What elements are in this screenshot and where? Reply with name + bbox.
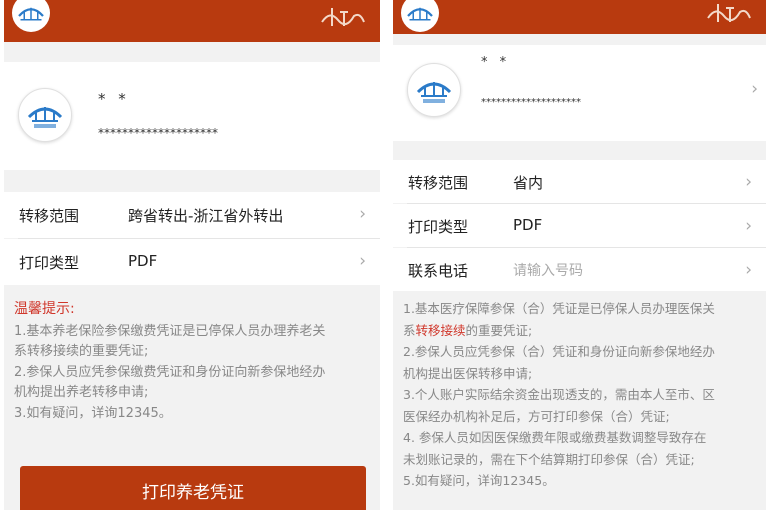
transfer-continuation-highlight: 转移接续 — [415, 322, 466, 338]
tips-title: 温馨提示: — [14, 301, 75, 317]
tips-line: 2.参保人员应凭参保缴费凭证和身份证向新参保地经办 — [14, 364, 326, 380]
top-bar — [4, 0, 380, 42]
row-label: 打印类型 — [19, 254, 80, 272]
tips-line: 1.基本医疗保障参保（合）凭证是已停保人员办理医保关 — [403, 301, 715, 316]
row-transfer-scope[interactable]: 转移范围 省内 › — [393, 160, 766, 203]
tips-line: 系转移接续的重要凭证; — [403, 322, 533, 338]
brand-calligraphy-icon — [707, 4, 751, 22]
avatar — [18, 88, 72, 142]
tips-notice: 1.基本医疗保障参保（合）凭证是已停保人员办理医保关 系转移接续的重要凭证; 2… — [403, 298, 766, 492]
row-label: 转移范围 — [408, 174, 469, 192]
tips-line: 机构提出养老转移申请; — [14, 385, 149, 400]
id-number: ******************** — [98, 126, 218, 140]
avatar — [407, 63, 461, 117]
row-label: 联系电话 — [408, 262, 469, 280]
row-print-type[interactable]: 打印类型 PDF › — [4, 239, 380, 285]
row-contact-phone[interactable]: 联系电话 请输入号码 › — [393, 248, 766, 291]
logo-icon — [12, 0, 50, 32]
chevron-right-icon: › — [359, 204, 366, 224]
row-print-type[interactable]: 打印类型 PDF › — [393, 204, 766, 247]
print-pension-certificate-button[interactable]: 打印养老凭证 — [20, 466, 366, 510]
tips-notice: 温馨提示: 1.基本养老保险参保缴费凭证是已停保人员办理养老关 系转移接续的重要… — [14, 299, 380, 424]
row-label: 转移范围 — [19, 207, 80, 225]
tips-line: 3.如有疑问，详询12345。 — [14, 405, 172, 421]
tips-line: 系转移接续的重要凭证; — [14, 344, 149, 359]
tips-line: 1.基本养老保险参保缴费凭证是已停保人员办理养老关 — [14, 323, 326, 339]
row-transfer-scope[interactable]: 转移范围 跨省转出-浙江省外转出 › — [4, 192, 380, 238]
tips-line: 4. 参保人员如因医保缴费年限或缴费基数调整导致存在 — [403, 430, 707, 445]
tips-line: 5.如有疑问，详询12345。 — [403, 473, 555, 488]
row-value: PDF — [128, 252, 158, 270]
chevron-right-icon: › — [359, 251, 366, 271]
phone-input[interactable]: 请输入号码 — [513, 260, 583, 280]
logo-icon — [401, 0, 439, 32]
row-value: PDF — [513, 216, 543, 234]
tips-line: 医保经办机构补足后，方可打印参保（合）凭证; — [403, 408, 670, 424]
chevron-right-icon: › — [751, 79, 758, 99]
top-bar — [393, 0, 766, 34]
brand-calligraphy-icon — [321, 8, 365, 26]
tips-line: 机构提出医保转移申请; — [403, 365, 533, 381]
profile-card: * * ******************** — [4, 62, 380, 170]
row-value: 跨省转出-浙江省外转出 — [128, 207, 284, 225]
user-name: * * — [481, 55, 511, 70]
user-name: * * — [98, 90, 130, 108]
profile-card[interactable]: * * ******************** › — [393, 45, 766, 141]
row-label: 打印类型 — [408, 218, 469, 236]
id-number: ******************** — [481, 97, 581, 108]
chevron-right-icon: › — [745, 172, 752, 192]
tips-line: 未划账记录的，需在下个结算期打印参保（合）凭证; — [403, 451, 695, 467]
left-screen: * * ******************** 转移范围 跨省转出-浙江省外转… — [4, 0, 380, 510]
tips-line: 3.个人账户实际结余资金出现透支的，需由本人至市、区 — [403, 387, 715, 402]
chevron-right-icon: › — [745, 260, 752, 280]
row-value: 省内 — [513, 174, 544, 192]
right-screen: * * ******************** › 转移范围 省内 › 打印类… — [393, 0, 766, 510]
chevron-right-icon: › — [745, 216, 752, 236]
tips-line: 2.参保人员应凭参保（合）凭证和身份证向新参保地经办 — [403, 344, 715, 359]
